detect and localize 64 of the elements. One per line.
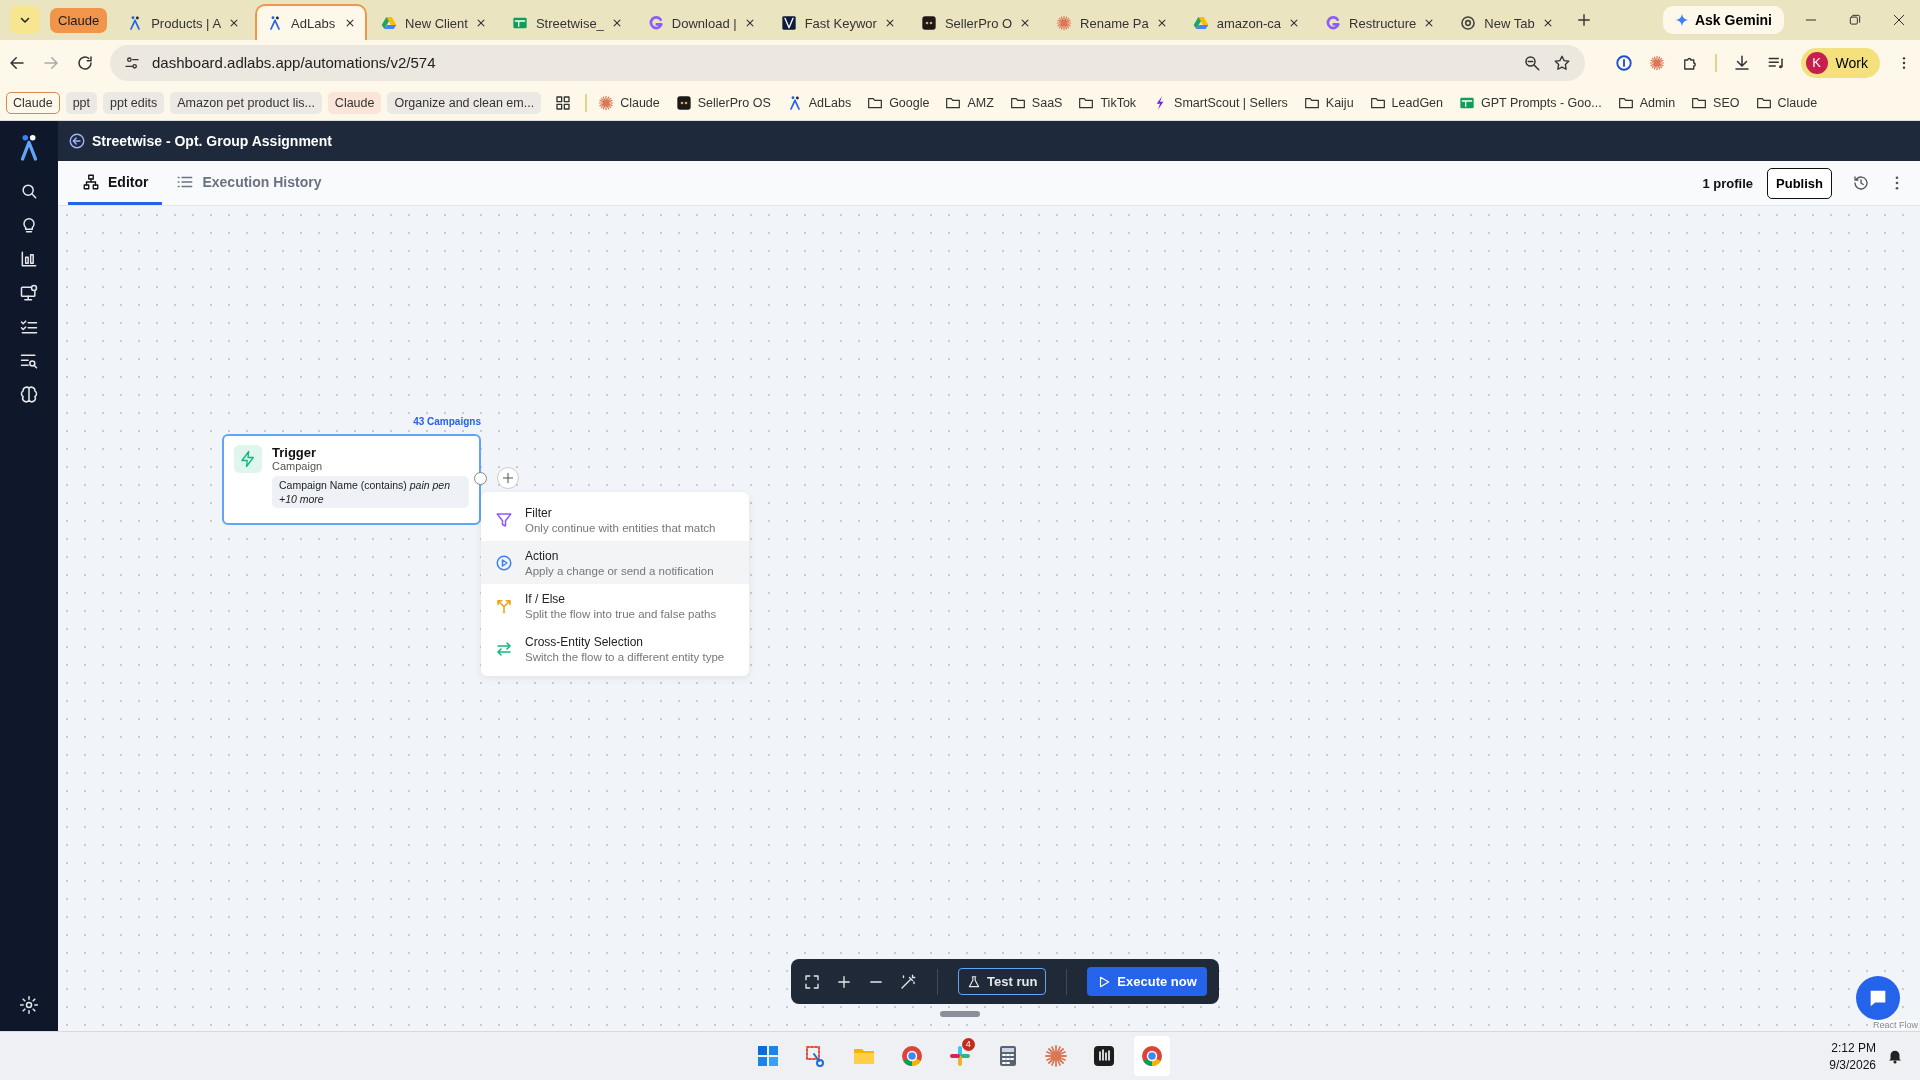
ask-gemini-button[interactable]: Ask Gemini: [1662, 6, 1784, 34]
bookmark[interactable]: SEO: [1686, 91, 1745, 114]
menu-item-title: If / Else: [525, 591, 566, 606]
tab-group-chip[interactable]: Organize and clean em...: [387, 91, 542, 114]
trigger-node[interactable]: Trigger Campaign Campaign Name (contains) pain pen +10 more: [222, 434, 481, 525]
bookmark[interactable]: TikTok: [1073, 91, 1142, 114]
execute-now-button[interactable]: Execute now: [1087, 967, 1207, 996]
browser-tab[interactable]: New Client: [371, 6, 498, 40]
menu-item-description: Switch the flow to a different entity type: [525, 650, 725, 663]
browser-tab[interactable]: amazon-ca: [1182, 6, 1312, 40]
test-run-button[interactable]: Test run: [958, 968, 1047, 995]
tab-group-chip[interactable]: ppt edits: [103, 91, 165, 114]
menu-item-title: Filter: [525, 505, 553, 520]
view-tab[interactable]: Execution History: [162, 161, 336, 205]
menu-item[interactable]: Cross-Entity Selection Switch the flow to a different entity type: [481, 627, 749, 670]
browser-tab[interactable]: New Tab: [1450, 6, 1565, 40]
notification-badge: 4: [961, 1038, 975, 1051]
browser-tab[interactable]: SellerPro O: [910, 6, 1043, 40]
menu-item-description: Only continue with entities that match: [525, 521, 716, 534]
bookmark[interactable]: Kaiju: [1298, 91, 1359, 114]
bookmark[interactable]: AMZ: [940, 91, 999, 114]
profile-count: 1 profile: [1702, 175, 1754, 191]
bookmark[interactable]: SmartScout | Sellers: [1147, 91, 1293, 114]
node-subtitle: Campaign: [272, 460, 324, 472]
browser-tab[interactable]: Download |: [637, 6, 767, 40]
bookmark[interactable]: AdLabs: [781, 91, 857, 114]
bookmark[interactable]: SaaS: [1004, 91, 1068, 114]
url-text: dashboard.adlabs.app/automations/v2/574: [152, 54, 436, 71]
menu-item-title: Cross-Entity Selection: [525, 634, 645, 649]
automation-title: Streetwise - Opt. Group Assignment: [92, 133, 332, 149]
condition-text: Campaign Name (contains) pain pen: [279, 479, 452, 491]
browser-tab[interactable]: Streetwise_: [501, 6, 634, 40]
browser-tab[interactable]: Rename Pa: [1046, 6, 1179, 40]
menu-item-title: Action: [525, 548, 560, 563]
tab-group-chip[interactable]: ppt: [65, 91, 97, 114]
tab-group-chip[interactable]: Claude: [6, 91, 60, 114]
browser-tab[interactable]: AdLabs: [255, 4, 368, 40]
address-bar[interactable]: dashboard.adlabs.app/automations/v2/574: [110, 44, 1585, 81]
menu-item[interactable]: Filter Only continue with entities that match: [481, 498, 749, 541]
clock-date[interactable]: 9/3/2026: [1829, 1057, 1876, 1072]
browser-tab[interactable]: Restructure: [1315, 6, 1447, 40]
more-conditions: +10 more: [279, 493, 325, 505]
tab-group-chip[interactable]: Claude: [327, 91, 382, 114]
bookmark[interactable]: Admin: [1612, 91, 1681, 114]
attribution-text: React Flow: [1873, 1020, 1918, 1030]
node-title: Trigger: [272, 445, 318, 460]
tab-group-chip[interactable]: Amazon pet product lis...: [170, 91, 322, 114]
bookmark[interactable]: LeadGen: [1364, 91, 1449, 114]
entity-count: 43 Campaigns: [412, 416, 481, 427]
bookmark[interactable]: Claude: [593, 91, 665, 114]
menu-item-description: Split the flow into true and false paths: [525, 607, 717, 620]
menu-item-description: Apply a change or send a notification: [525, 564, 714, 577]
clock-time[interactable]: 2:12 PM: [1831, 1040, 1876, 1055]
menu-item[interactable]: Action Apply a change or send a notification: [481, 541, 749, 584]
bookmark[interactable]: Google: [862, 91, 935, 114]
menu-item[interactable]: If / Else Split the flow into true and false paths: [481, 584, 749, 627]
profile-button[interactable]: K Work: [1800, 47, 1880, 78]
tab-group-label[interactable]: Claude: [50, 7, 108, 33]
browser-tab[interactable]: Fast Keywor: [770, 6, 907, 40]
bookmark[interactable]: Claude: [1750, 91, 1823, 114]
bookmark[interactable]: SellerPro OS: [670, 91, 776, 114]
browser-tab[interactable]: Products | A: [117, 6, 252, 40]
publish-button[interactable]: Publish: [1767, 167, 1832, 199]
bookmark[interactable]: GPT Prompts - Goo...: [1454, 91, 1607, 114]
